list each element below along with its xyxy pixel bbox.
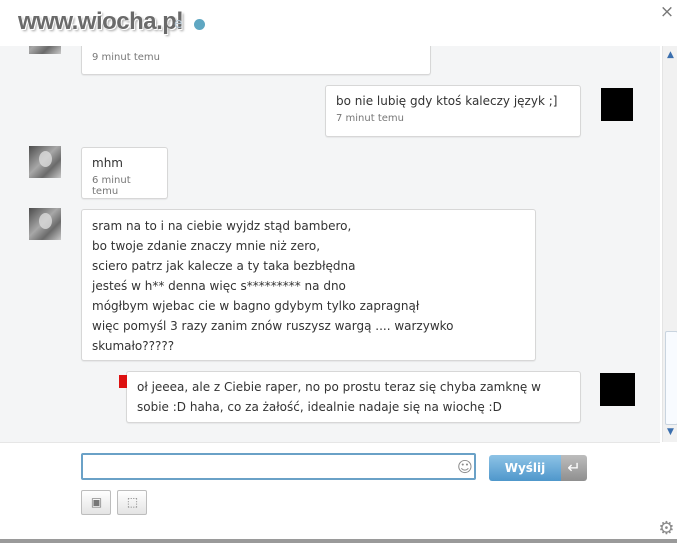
message-text: mhm	[92, 156, 123, 170]
scrollbar-thumb[interactable]	[665, 331, 677, 425]
message-bubble: mhm 6 minut temu	[81, 147, 168, 199]
scroll-up-icon[interactable]: ▲	[665, 50, 676, 60]
settings-gear-icon[interactable]: ⚙	[656, 518, 677, 540]
emoticon-icon[interactable]: ☺	[457, 459, 473, 475]
contact-name: e	[174, 16, 183, 32]
own-avatar	[600, 373, 635, 406]
message-input[interactable]	[81, 453, 476, 480]
window-bottom-border	[0, 539, 677, 543]
message-scrollbar[interactable]: ▲ ▼	[662, 46, 677, 442]
unread-marker	[119, 375, 127, 388]
attach-image-button[interactable]: ▣	[81, 490, 111, 515]
tag-icon: ⬚	[126, 495, 139, 509]
scroll-down-icon[interactable]: ▼	[665, 427, 676, 437]
contact-avatar	[29, 146, 61, 178]
contact-avatar	[29, 46, 61, 54]
message-time: 6 minut temu	[92, 175, 131, 197]
send-button[interactable]: Wyślij ↵	[489, 455, 587, 481]
message-text: bo nie lubię gdy ktoś kaleczy język ;]	[336, 94, 558, 108]
own-avatar	[601, 88, 633, 121]
watermark-logo: www.wiocha.pl	[18, 8, 183, 35]
message-time: 7 minut temu	[336, 113, 404, 124]
contact-avatar	[29, 208, 61, 240]
chat-header: www.wiocha.pl e	[0, 0, 660, 46]
message-bubble: 9 minut temu	[81, 46, 431, 75]
message-list: 9 minut temu bo nie lubię gdy ktoś kalec…	[0, 46, 660, 442]
tag-button[interactable]: ⬚	[117, 490, 147, 515]
online-status-icon	[194, 19, 205, 30]
send-button-label[interactable]: Wyślij	[489, 455, 561, 481]
chat-window: www.wiocha.pl e × 9 minut temu bo nie lu…	[0, 0, 677, 544]
message-text: oł jeeea, ale z Ciebie raper, no po pros…	[137, 380, 541, 414]
message-bubble: sram na to i na ciebie wyjdz stąd bamber…	[81, 209, 536, 361]
close-icon[interactable]: ×	[657, 2, 677, 24]
enter-icon[interactable]: ↵	[561, 455, 587, 481]
message-text: sram na to i na ciebie wyjdz stąd bamber…	[92, 219, 454, 353]
message-time: 9 minut temu	[92, 52, 160, 63]
message-bubble-own: oł jeeea, ale z Ciebie raper, no po pros…	[126, 371, 581, 423]
message-bubble-own: bo nie lubię gdy ktoś kaleczy język ;] 7…	[325, 85, 581, 137]
image-icon: ▣	[90, 495, 103, 509]
